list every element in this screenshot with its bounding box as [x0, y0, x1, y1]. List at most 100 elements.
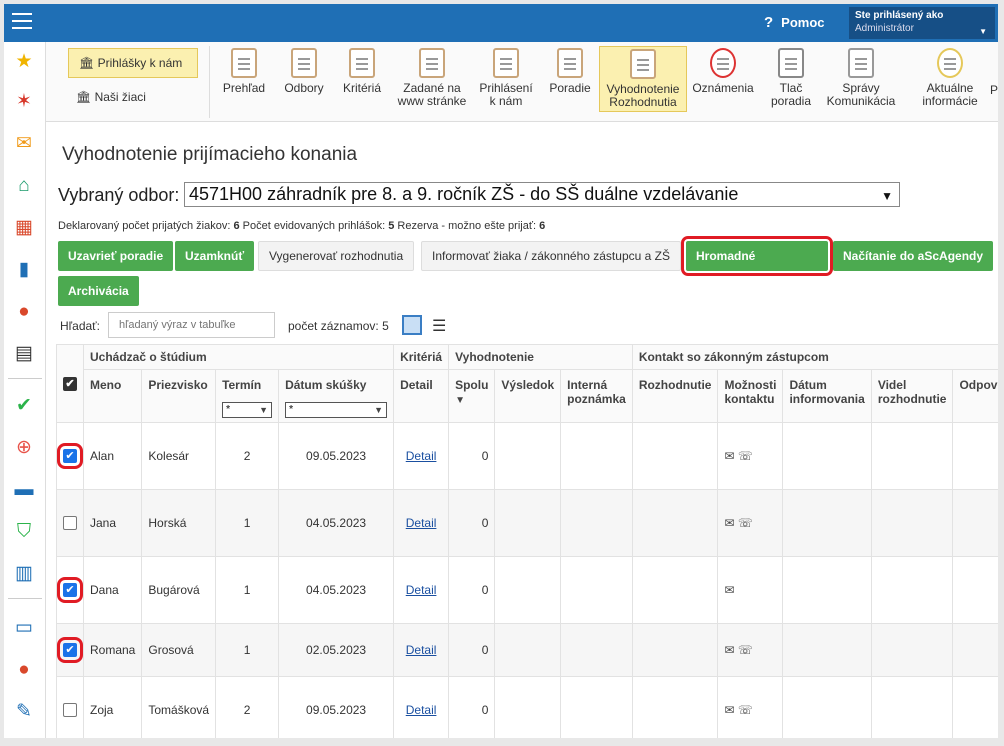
- detail-link[interactable]: Detail: [406, 643, 437, 657]
- calendar-icon[interactable]: ▦: [12, 216, 36, 240]
- col-total[interactable]: Spolu ▼: [448, 369, 496, 423]
- help-link[interactable]: ? Pomoc: [764, 14, 825, 31]
- row-checkbox[interactable]: ✔: [57, 443, 83, 470]
- close-order-button[interactable]: Uzavrieť poradie: [58, 241, 174, 271]
- search-input[interactable]: [108, 312, 275, 338]
- select-all-checkbox[interactable]: ✔: [63, 376, 77, 391]
- user-menu[interactable]: Ste prihlásený ako Administrátor ▼: [849, 7, 995, 39]
- inform-button[interactable]: Informovať žiaka / zákonného zástupcu a …: [421, 241, 681, 271]
- oznamenia-button[interactable]: Oznámenia: [690, 48, 756, 95]
- generate-decisions-button[interactable]: Vygenerovať rozhodnutia: [258, 241, 415, 271]
- table-row[interactable]: ✔ Romana Grosová 1 02.05.2023 Detail 0 ✉…: [56, 623, 998, 677]
- col-name[interactable]: Meno: [82, 369, 143, 423]
- archive-button[interactable]: Archivácia: [58, 276, 139, 306]
- row-select-cell: [56, 676, 84, 738]
- row-checkbox[interactable]: ✔: [57, 637, 83, 664]
- calendar-grid-icon[interactable]: ▤: [12, 342, 36, 366]
- table-row[interactable]: Jana Horská 1 04.05.2023 Detail 0 ✉ ☏: [56, 489, 998, 557]
- more-button[interactable]: P: [990, 48, 998, 97]
- group-header-applicant: Uchádzač o štúdium: [82, 344, 395, 370]
- aktualne-button[interactable]: Aktuálne informácie: [914, 48, 986, 108]
- tlac-poradia-button[interactable]: Tlač poradia: [762, 48, 820, 108]
- cell-detail: Detail: [393, 676, 450, 738]
- home-icon[interactable]: ⌂: [12, 174, 36, 198]
- lock-button[interactable]: Uzamknúť: [175, 241, 255, 271]
- prihlaseni-button[interactable]: Prihlásení k nám: [476, 48, 536, 108]
- cell-info-date: [782, 489, 872, 557]
- magic-wand-icon[interactable]: ✶: [12, 90, 36, 114]
- odbor-label: Vybraný odbor:: [58, 185, 180, 205]
- row-checkbox[interactable]: [63, 703, 77, 718]
- shield-icon[interactable]: ⛉: [12, 520, 36, 544]
- row-select-cell: ✔: [56, 422, 84, 490]
- open-book-icon[interactable]: ▭: [12, 616, 36, 640]
- bank-icon: 🏛: [79, 56, 98, 70]
- detail-link[interactable]: Detail: [406, 449, 437, 463]
- col-contact-options[interactable]: Možnosti kontaktu: [717, 369, 784, 423]
- clock-icon: [710, 48, 736, 78]
- odbor-select[interactable]: 4571H00 záhradník pre 8. a 9. ročník ZŠ …: [184, 182, 900, 207]
- feather-icon[interactable]: ✎: [12, 700, 36, 724]
- badge-icon[interactable]: ⊕: [12, 436, 36, 460]
- column-view-icon[interactable]: [402, 315, 422, 335]
- row-checkbox[interactable]: [63, 516, 77, 531]
- user-icon[interactable]: ●: [12, 300, 36, 324]
- col-surname[interactable]: Priezvisko: [141, 369, 217, 423]
- document-icon: [419, 48, 445, 78]
- table-row[interactable]: ✔ Alan Kolesár 2 09.05.2023 Detail 0 ✉ ☏: [56, 422, 998, 490]
- detail-link[interactable]: Detail: [406, 583, 437, 597]
- top-bar: ? Pomoc Ste prihlásený ako Administrátor …: [4, 4, 998, 42]
- cell-decision: [631, 422, 719, 490]
- row-select-cell: [56, 489, 84, 557]
- clipboard-check-icon: [493, 48, 519, 78]
- date-filter-select[interactable]: * ▼: [285, 402, 388, 418]
- col-term[interactable]: Termín * ▼: [215, 369, 280, 423]
- cell-seen: [870, 556, 954, 624]
- list-view-icon[interactable]: ☰: [432, 316, 446, 336]
- prihlasky-tab[interactable]: 🏛 Prihlášky k nám: [68, 48, 198, 78]
- detail-link[interactable]: Detail: [406, 516, 437, 530]
- cell-reply: [952, 422, 998, 490]
- book-icon[interactable]: ▮: [12, 258, 36, 282]
- col-seen-decision[interactable]: Videl rozhodnutie: [870, 369, 954, 423]
- table-row[interactable]: ✔ Dana Bugárová 1 04.05.2023 Detail 0 ✉: [56, 556, 998, 624]
- cell-note: [560, 489, 633, 557]
- chat-icon[interactable]: ●: [12, 658, 36, 682]
- group-header-contact: Kontakt so zákonným zástupcom: [631, 344, 998, 370]
- check-circle-icon[interactable]: ✔: [12, 394, 36, 418]
- poradie-button[interactable]: Poradie: [544, 48, 596, 95]
- row-checkbox[interactable]: ✔: [57, 577, 83, 604]
- table-row[interactable]: Zoja Tomášková 2 09.05.2023 Detail 0 ✉ ☏: [56, 676, 998, 738]
- load-agenda-button[interactable]: Načítanie do aScAgendy: [833, 241, 994, 271]
- cell-contacts: ✉: [717, 556, 784, 624]
- main-content: Vyhodnotenie prijímacieho konania Vybran…: [46, 122, 998, 738]
- col-result[interactable]: Výsledok: [494, 369, 562, 423]
- cell-decision: [631, 489, 719, 557]
- bar-chart-icon[interactable]: ▥: [12, 562, 36, 586]
- col-info-date[interactable]: Dátum informovania: [782, 369, 872, 423]
- odbory-button[interactable]: Odbory: [278, 48, 330, 95]
- cell-seen: [870, 489, 954, 557]
- col-note[interactable]: Interná poznámka: [560, 369, 633, 423]
- cell-total: 0: [448, 489, 496, 557]
- zadane-www-button[interactable]: Zadané na www stránke: [392, 48, 472, 108]
- mail-icon[interactable]: ✉: [12, 132, 36, 156]
- vyhodnotenie-button[interactable]: Vyhodnotenie Rozhodnutia: [599, 46, 687, 112]
- briefcase-icon[interactable]: ▬: [12, 478, 36, 502]
- star-icon[interactable]: ★: [12, 50, 36, 74]
- kriteria-button[interactable]: Kritériá: [336, 48, 388, 95]
- col-decision[interactable]: Rozhodnutie: [631, 369, 719, 423]
- col-exam-date[interactable]: Dátum skúšky * ▼: [278, 369, 395, 423]
- hamburger-menu-icon[interactable]: [12, 13, 32, 31]
- stats-line: Deklarovaný počet prijatých žiakov: 6 Po…: [58, 220, 546, 232]
- prehlad-button[interactable]: Prehľad: [218, 48, 270, 95]
- term-filter-select[interactable]: * ▼: [222, 402, 273, 418]
- cell-note: [560, 623, 633, 677]
- detail-link[interactable]: Detail: [406, 703, 437, 717]
- nasi-ziaci-tab[interactable]: 🏛 Naši žiaci: [76, 90, 196, 112]
- bulk-settings-button[interactable]: Hromadné nastavenie: [681, 236, 833, 293]
- group-header-criteria: Kritériá: [393, 344, 450, 370]
- spravy-button[interactable]: Správy Komunikácia: [822, 48, 900, 108]
- cell-reply: [952, 556, 998, 624]
- col-reply[interactable]: Odpove: [952, 369, 998, 423]
